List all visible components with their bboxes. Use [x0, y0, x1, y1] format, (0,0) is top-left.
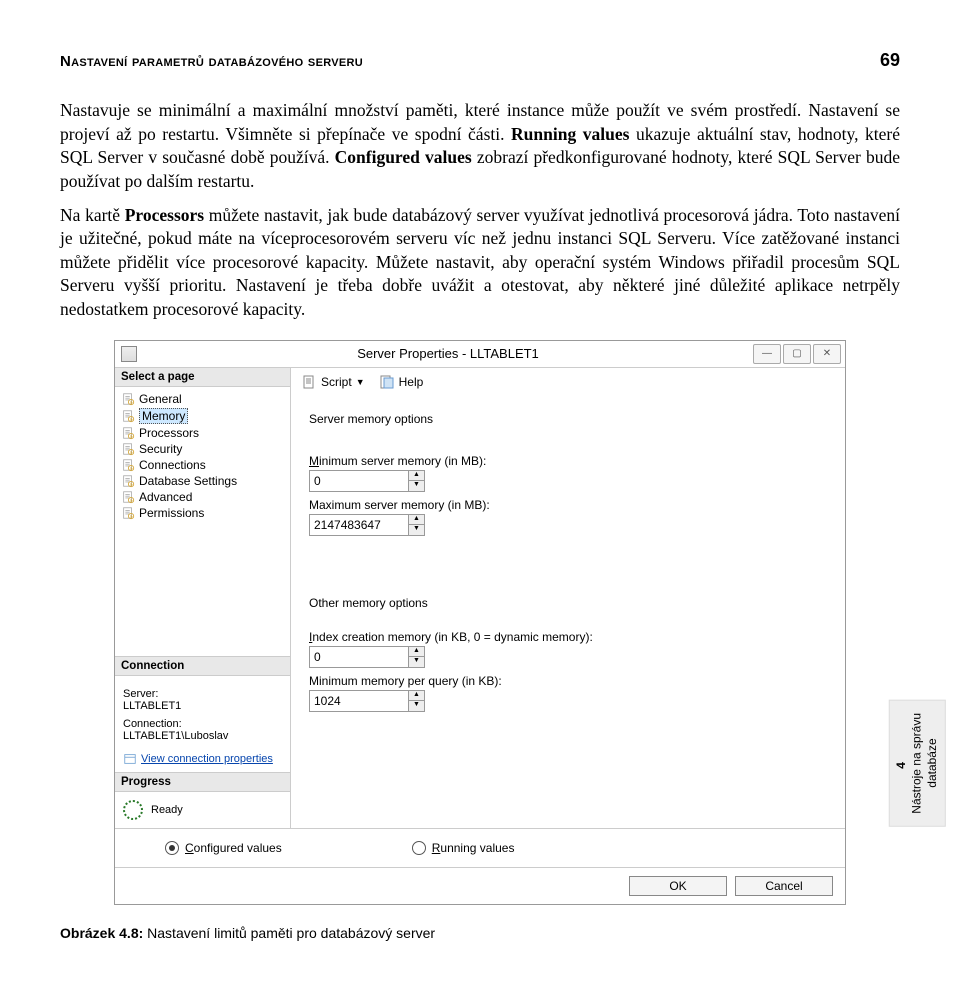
- page-item-label: Permissions: [139, 506, 204, 520]
- radio-icon: [412, 841, 426, 855]
- server-value: LLTABLET1: [123, 700, 282, 712]
- view-connection-properties-link[interactable]: View connection properties: [123, 752, 282, 766]
- page-item-memory[interactable]: Memory: [115, 407, 290, 425]
- min-query-memory-spinner[interactable]: ▲ ▼: [309, 690, 425, 712]
- page-icon: [121, 392, 135, 406]
- page-icon: [121, 506, 135, 520]
- help-button[interactable]: Help: [379, 374, 424, 390]
- page-item-general[interactable]: General: [115, 391, 290, 407]
- connection-value: LLTABLET1\Luboslav: [123, 730, 282, 742]
- select-page-header: Select a page: [115, 368, 290, 387]
- page-icon: [121, 409, 135, 423]
- spin-down-icon[interactable]: ▼: [409, 657, 424, 667]
- spin-down-icon[interactable]: ▼: [409, 701, 424, 711]
- spin-up-icon[interactable]: ▲: [409, 471, 424, 482]
- page-icon: [121, 458, 135, 472]
- page-icon: [121, 490, 135, 504]
- page-item-label: Memory: [139, 408, 188, 424]
- maximize-button[interactable]: ▢: [783, 344, 811, 364]
- page-item-label: Processors: [139, 426, 199, 440]
- page-item-processors[interactable]: Processors: [115, 425, 290, 441]
- index-memory-spinner[interactable]: ▲ ▼: [309, 646, 425, 668]
- page-item-permissions[interactable]: Permissions: [115, 505, 290, 521]
- min-memory-input[interactable]: [310, 471, 408, 491]
- min-query-memory-label: Minimum memory per query (in KB):: [309, 674, 827, 688]
- page-item-label: General: [139, 392, 182, 406]
- page-item-connections[interactable]: Connections: [115, 457, 290, 473]
- configured-values-radio[interactable]: Configured values: [165, 841, 282, 855]
- page-item-label: Security: [139, 442, 182, 456]
- max-memory-label: Maximum server memory (in MB):: [309, 498, 827, 512]
- index-memory-input[interactable]: [310, 647, 408, 667]
- page-item-label: Database Settings: [139, 474, 237, 488]
- figure-caption: Obrázek 4.8: Nastavení limitů paměti pro…: [60, 925, 900, 941]
- page-icon: [121, 474, 135, 488]
- server-memory-group: Server memory options: [309, 412, 827, 426]
- page-item-label: Advanced: [139, 490, 192, 504]
- titlebar[interactable]: Server Properties - LLTABLET1 — ▢ ✕: [115, 341, 845, 368]
- body-paragraph-2: Na kartě Processors můžete nastavit, jak…: [60, 204, 900, 322]
- page-list: General Memory Processors Security Connectio…: [115, 387, 290, 525]
- min-memory-spinner[interactable]: ▲ ▼: [309, 470, 425, 492]
- max-memory-input[interactable]: [310, 515, 408, 535]
- ready-label: Ready: [151, 804, 183, 816]
- help-icon: [379, 374, 395, 390]
- script-icon: [301, 374, 317, 390]
- connection-label: Connection:: [123, 718, 282, 730]
- spin-down-icon[interactable]: ▼: [409, 525, 424, 535]
- page-item-database-settings[interactable]: Database Settings: [115, 473, 290, 489]
- server-properties-window: Server Properties - LLTABLET1 — ▢ ✕ Sele…: [114, 340, 846, 905]
- max-memory-spinner[interactable]: ▲ ▼: [309, 514, 425, 536]
- properties-icon: [123, 752, 137, 766]
- running-values-radio[interactable]: Running values: [412, 841, 515, 855]
- spin-up-icon[interactable]: ▲: [409, 647, 424, 658]
- chevron-down-icon: ▼: [356, 377, 365, 387]
- spin-down-icon[interactable]: ▼: [409, 481, 424, 491]
- server-label: Server:: [123, 688, 282, 700]
- progress-header: Progress: [115, 773, 290, 792]
- close-button[interactable]: ✕: [813, 344, 841, 364]
- other-memory-group: Other memory options: [309, 596, 827, 610]
- min-query-memory-input[interactable]: [310, 691, 408, 711]
- page-item-label: Connections: [139, 458, 206, 472]
- page-icon: [121, 426, 135, 440]
- page-item-advanced[interactable]: Advanced: [115, 489, 290, 505]
- side-tab: 4 Nástroje na správu databáze: [889, 700, 946, 827]
- app-icon: [121, 346, 137, 362]
- page-item-security[interactable]: Security: [115, 441, 290, 457]
- script-dropdown[interactable]: Script ▼: [301, 374, 365, 390]
- connection-header: Connection: [115, 657, 290, 676]
- page-header-title: Nastavení parametrů databázového serveru: [60, 53, 363, 70]
- ok-button[interactable]: OK: [629, 876, 727, 896]
- page-number: 69: [880, 50, 900, 71]
- min-memory-label: Minimum server memory (in MB):: [309, 454, 827, 468]
- cancel-button[interactable]: Cancel: [735, 876, 833, 896]
- index-memory-label: Index creation memory (in KB, 0 = dynami…: [309, 630, 827, 644]
- window-title: Server Properties - LLTABLET1: [143, 346, 753, 361]
- body-paragraph-1: Nastavuje se minimální a maximální množs…: [60, 99, 900, 194]
- spin-up-icon[interactable]: ▲: [409, 691, 424, 702]
- radio-icon: [165, 841, 179, 855]
- page-icon: [121, 442, 135, 456]
- minimize-button[interactable]: —: [753, 344, 781, 364]
- ready-icon: [123, 800, 143, 820]
- spin-up-icon[interactable]: ▲: [409, 515, 424, 526]
